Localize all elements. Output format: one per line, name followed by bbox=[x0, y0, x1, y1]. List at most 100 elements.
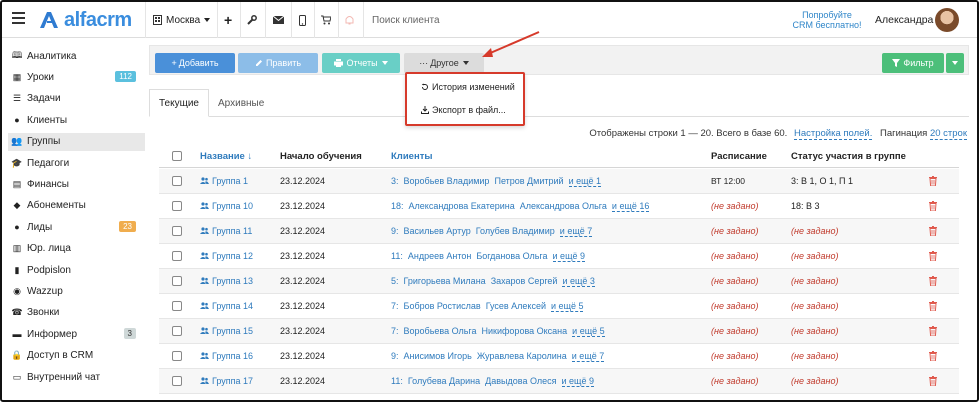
user-name[interactable]: Александра bbox=[875, 14, 933, 26]
client-link[interactable]: Богданова Ольга bbox=[476, 251, 547, 261]
notifications-button[interactable] bbox=[345, 2, 354, 38]
more-clients-link[interactable]: и ещё 1 bbox=[568, 176, 602, 187]
table-row[interactable]: Группа 15 23.12.2024 7: Воробьева Ольга Ни… bbox=[159, 319, 959, 344]
more-clients-link[interactable]: и ещё 5 bbox=[551, 301, 584, 312]
filter-button[interactable]: Фильтр bbox=[882, 53, 944, 73]
add-button[interactable]: + Добавить bbox=[155, 53, 235, 73]
menu-item-export[interactable]: Экспорт в файл... bbox=[421, 105, 506, 115]
client-link[interactable]: Журавлева Каролина bbox=[477, 351, 567, 361]
select-all-checkbox[interactable] bbox=[172, 151, 182, 161]
field-settings-link[interactable]: Настройка полей. bbox=[793, 128, 873, 140]
table-row[interactable]: Группа 13 23.12.2024 5: Григорьева Милана … bbox=[159, 269, 959, 294]
header-schedule[interactable]: Расписание bbox=[711, 151, 767, 162]
trash-icon[interactable] bbox=[929, 226, 937, 236]
tab-archive[interactable]: Архивные bbox=[209, 89, 273, 117]
row-checkbox[interactable] bbox=[172, 201, 182, 211]
other-button[interactable]: ··· Другое bbox=[404, 53, 484, 73]
sidebar-item[interactable]: 🎓 Педагоги bbox=[11, 154, 138, 172]
trash-icon[interactable] bbox=[929, 251, 937, 261]
logo[interactable]: alfacrm bbox=[38, 8, 132, 32]
table-row[interactable]: Группа 17 23.12.2024 11: Голубева Дарина Д… bbox=[159, 369, 959, 394]
trash-icon[interactable] bbox=[929, 201, 937, 211]
header-clients[interactable]: Клиенты bbox=[391, 151, 432, 162]
client-link[interactable]: Александрова Екатерина bbox=[409, 201, 515, 211]
row-checkbox[interactable] bbox=[172, 251, 182, 261]
more-clients-link[interactable]: и ещё 16 bbox=[611, 201, 650, 212]
settings-button[interactable] bbox=[247, 2, 257, 38]
client-link[interactable]: Никифорова Оксана bbox=[482, 326, 568, 336]
client-link[interactable]: Андреев Антон bbox=[408, 251, 472, 261]
tab-current[interactable]: Текущие bbox=[149, 89, 209, 117]
sidebar-item[interactable]: ◉ Wazzup bbox=[12, 282, 138, 300]
group-name-link[interactable]: Группа 11 bbox=[200, 226, 252, 236]
row-checkbox[interactable] bbox=[172, 226, 182, 236]
header-name[interactable]: Название ↓ bbox=[200, 151, 252, 162]
search-input[interactable]: Поиск клиента bbox=[372, 2, 752, 38]
table-row[interactable]: Группа 10 23.12.2024 18: Александрова Екат… bbox=[159, 194, 959, 219]
sidebar-item[interactable]: ☎ Звонки bbox=[11, 304, 138, 322]
filter-options-button[interactable] bbox=[946, 53, 964, 73]
mobile-button[interactable] bbox=[299, 2, 306, 38]
row-checkbox[interactable] bbox=[172, 176, 182, 186]
more-clients-link[interactable]: и ещё 9 bbox=[552, 251, 585, 262]
more-clients-link[interactable]: и ещё 9 bbox=[561, 376, 594, 387]
cart-button[interactable] bbox=[321, 2, 331, 38]
pagination-link[interactable]: 20 строк bbox=[929, 128, 967, 140]
group-name-link[interactable]: Группа 1 bbox=[200, 176, 248, 186]
group-name-link[interactable]: Группа 16 bbox=[200, 351, 253, 361]
group-name-link[interactable]: Группа 10 bbox=[200, 201, 253, 211]
client-link[interactable]: Гусев Алексей bbox=[486, 301, 546, 311]
sidebar-item[interactable]: ☰ Задачи bbox=[12, 90, 138, 108]
group-name-link[interactable]: Группа 13 bbox=[200, 276, 253, 286]
sidebar-item[interactable]: ▬ Информер 3 bbox=[12, 325, 138, 343]
sidebar-item[interactable]: ● Клиенты bbox=[12, 111, 138, 129]
avatar[interactable] bbox=[935, 8, 959, 32]
trash-icon[interactable] bbox=[929, 176, 937, 186]
row-checkbox[interactable] bbox=[172, 301, 182, 311]
sidebar-item[interactable]: ● Лиды 23 bbox=[12, 218, 138, 236]
mail-button[interactable] bbox=[273, 2, 284, 38]
trial-promo-link[interactable]: Попробуйте CRM бесплатно! bbox=[777, 10, 877, 30]
menu-item-history[interactable]: История изменений bbox=[421, 82, 515, 92]
client-link[interactable]: Голубева Дарина bbox=[408, 376, 480, 386]
client-link[interactable]: Воробьев Владимир bbox=[404, 176, 490, 186]
table-row[interactable]: Группа 16 23.12.2024 9: Анисимов Игорь Жур… bbox=[159, 344, 959, 369]
table-row[interactable]: Группа 1 23.12.2024 3: Воробьев Владимир П… bbox=[159, 169, 959, 194]
sidebar-item[interactable]: ▦ Уроки 112 bbox=[12, 68, 138, 86]
client-link[interactable]: Бобров Ростислав bbox=[404, 301, 481, 311]
client-link[interactable]: Давыдова Олеся bbox=[485, 376, 556, 386]
group-name-link[interactable]: Группа 15 bbox=[200, 326, 253, 336]
row-checkbox[interactable] bbox=[172, 376, 182, 386]
client-link[interactable]: Васильев Артур bbox=[404, 226, 471, 236]
trash-icon[interactable] bbox=[929, 351, 937, 361]
city-selector[interactable]: Москва bbox=[153, 2, 211, 38]
sidebar-item[interactable]: ▭ Внутренний чат bbox=[12, 368, 138, 386]
group-name-link[interactable]: Группа 17 bbox=[200, 376, 253, 386]
client-link[interactable]: Петров Дмитрий bbox=[494, 176, 563, 186]
client-link[interactable]: Григорьева Милана bbox=[404, 276, 486, 286]
sidebar-item[interactable]: ◆ Абонементы bbox=[12, 197, 138, 215]
edit-button[interactable]: Править bbox=[238, 53, 318, 73]
trash-icon[interactable] bbox=[929, 326, 937, 336]
trash-icon[interactable] bbox=[929, 301, 937, 311]
client-link[interactable]: Александрова Ольга bbox=[520, 201, 607, 211]
sidebar-item[interactable]: 🕮 Аналитика bbox=[12, 47, 138, 65]
sidebar-item[interactable]: 👥 Группы bbox=[8, 132, 145, 151]
table-row[interactable]: Группа 14 23.12.2024 7: Бобров Ростислав Г… bbox=[159, 294, 959, 319]
row-checkbox[interactable] bbox=[172, 326, 182, 336]
client-link[interactable]: Воробьева Ольга bbox=[404, 326, 477, 336]
client-link[interactable]: Захаров Сергей bbox=[491, 276, 558, 286]
header-status[interactable]: Статус участия в группе bbox=[791, 151, 906, 162]
sidebar-item[interactable]: ▥ Юр. лица bbox=[12, 240, 138, 258]
client-link[interactable]: Анисимов Игорь bbox=[404, 351, 472, 361]
header-start[interactable]: Начало обучения bbox=[280, 151, 362, 162]
add-quick-button[interactable]: + bbox=[224, 2, 232, 38]
more-clients-link[interactable]: и ещё 5 bbox=[572, 326, 605, 337]
trash-icon[interactable] bbox=[929, 276, 937, 286]
group-name-link[interactable]: Группа 12 bbox=[200, 251, 253, 261]
sidebar-item[interactable]: ▤ Финансы bbox=[12, 175, 138, 193]
trash-icon[interactable] bbox=[929, 376, 937, 386]
table-row[interactable]: Группа 12 23.12.2024 11: Андреев Антон Бог… bbox=[159, 244, 959, 269]
menu-icon[interactable] bbox=[12, 12, 25, 24]
row-checkbox[interactable] bbox=[172, 351, 182, 361]
